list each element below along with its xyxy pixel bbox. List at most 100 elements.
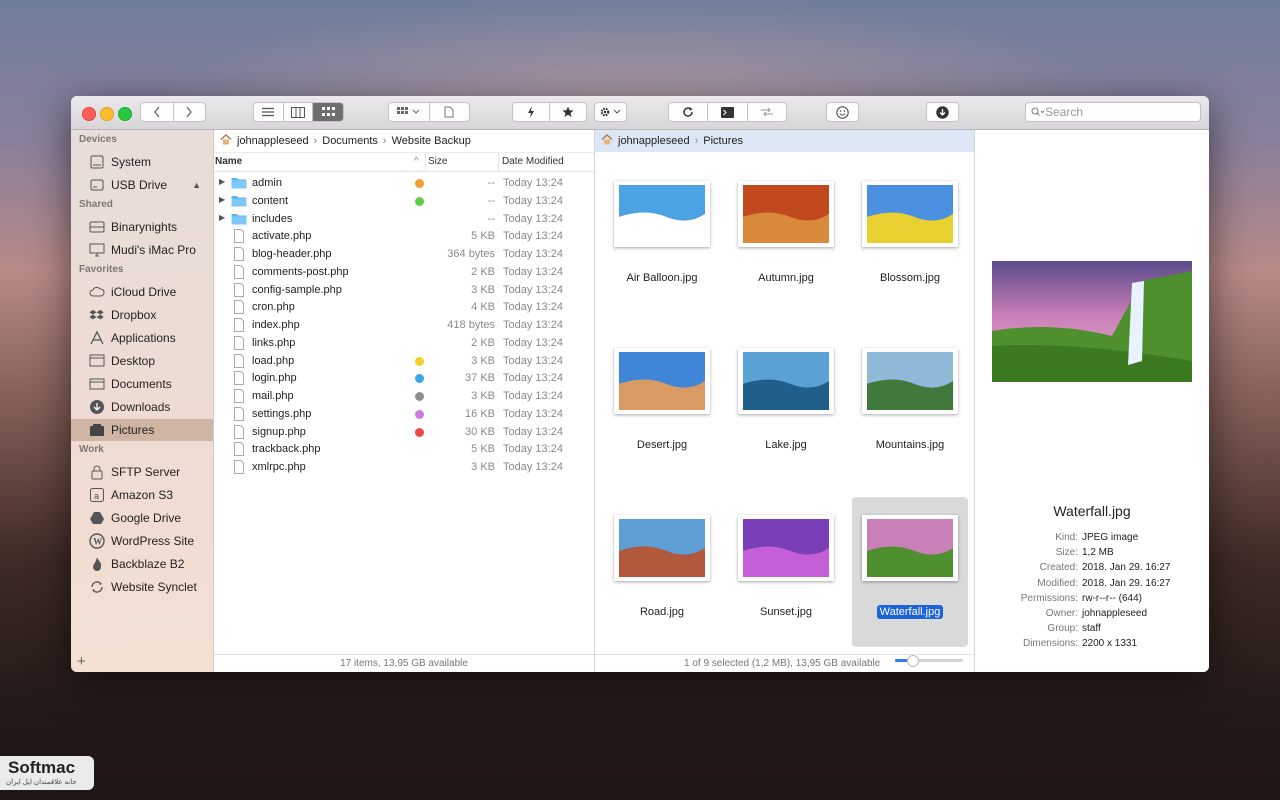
file-row[interactable]: mail.php 3 KB Today 13:24 [214, 387, 594, 405]
file-date: Today 13:24 [503, 230, 563, 243]
sidebar-item-system[interactable]: System [71, 151, 213, 173]
image-thumbnail[interactable]: Sunset.jpg [728, 497, 844, 647]
forward-button[interactable] [174, 103, 206, 121]
file-row[interactable]: config-sample.php 3 KB Today 13:24 [214, 281, 594, 299]
sidebar-item-amazon-s3[interactable]: a Amazon S3 [71, 484, 213, 506]
watermark-tagline: خانه علاقمندان اپل ایران [6, 779, 77, 786]
breadcrumb-item[interactable]: Documents [322, 135, 378, 147]
file-size: 3 KB [471, 390, 495, 402]
image-thumbnail[interactable]: Autumn.jpg [728, 163, 844, 313]
php-file-icon [231, 389, 247, 406]
sidebar-item-applications[interactable]: Applications [71, 327, 213, 349]
file-size: 2 KB [471, 265, 495, 278]
php-file-icon [231, 442, 247, 459]
php-file-icon [231, 247, 247, 264]
zoom-slider-knob[interactable] [907, 655, 919, 667]
image-thumbnail[interactable]: Lake.jpg [728, 330, 844, 480]
file-row[interactable]: signup.php 30 KB Today 13:24 [214, 423, 594, 441]
favorite-button[interactable] [550, 103, 586, 121]
column-date[interactable]: Date Modified [502, 156, 564, 167]
google-drive-icon [89, 510, 105, 526]
downloads-icon [89, 399, 105, 415]
back-button[interactable] [141, 103, 174, 121]
info-row: Permissions: rw-r--r-- (644) [975, 593, 1209, 608]
column-name[interactable]: Name [215, 156, 242, 167]
sidebar-item-pictures[interactable]: Pictures [71, 419, 213, 441]
breadcrumb-item[interactable]: Pictures [703, 135, 743, 147]
sync-button[interactable] [748, 103, 786, 121]
file-row[interactable]: load.php 3 KB Today 13:24 [214, 352, 594, 370]
emoji-button[interactable] [826, 102, 859, 122]
file-row[interactable]: cron.php 4 KB Today 13:24 [214, 298, 594, 316]
disclosure-triangle-icon[interactable]: ▶ [219, 195, 225, 204]
file-row[interactable]: blog-header.php 364 bytes Today 13:24 [214, 245, 594, 263]
refresh-button[interactable] [669, 103, 709, 121]
breadcrumb-item[interactable]: johnappleseed [618, 135, 690, 147]
sidebar-item-binarynights[interactable]: Binarynights [71, 216, 213, 238]
sidebar-item-label: Mudi's iMac Pro [111, 243, 196, 257]
file-row[interactable]: settings.php 16 KB Today 13:24 [214, 405, 594, 423]
file-name: blog-header.php [252, 248, 332, 260]
download-button[interactable] [926, 102, 959, 122]
file-row[interactable]: trackback.php 5 KB Today 13:24 [214, 440, 594, 458]
file-name: activate.php [252, 230, 312, 243]
arrange-control [388, 102, 470, 122]
sidebar-item-downloads[interactable]: Downloads [71, 396, 213, 418]
arrange-menu-button[interactable] [389, 103, 430, 121]
sidebar-item-desktop[interactable]: Desktop [71, 350, 213, 372]
image-thumbnail[interactable]: Waterfall.jpg [852, 497, 968, 647]
list-view-button[interactable] [254, 103, 284, 121]
php-file-icon [231, 335, 247, 353]
file-row[interactable]: links.php 2 KB Today 13:24 [214, 334, 594, 352]
icon-view-button[interactable] [313, 103, 344, 121]
zoom-slider[interactable] [895, 655, 963, 667]
sidebar-item-usb-drive[interactable]: USB Drive ▲ [71, 174, 213, 196]
sidebar-item-google-drive[interactable]: Google Drive [71, 507, 213, 529]
sidebar-item-sftp-server[interactable]: SFTP Server [71, 461, 213, 483]
breadcrumb-item[interactable]: johnappleseed [237, 135, 309, 147]
quick-action-button[interactable] [513, 103, 550, 121]
settings-menu-button[interactable] [594, 102, 627, 122]
disclosure-triangle-icon[interactable]: ▶ [219, 177, 225, 186]
breadcrumb-item[interactable]: Website Backup [392, 135, 471, 147]
new-file-button[interactable] [430, 103, 470, 121]
image-thumbnail[interactable]: Desert.jpg [604, 330, 720, 480]
file-row[interactable]: ▶ content -- Today 13:24 [214, 192, 594, 210]
file-row[interactable]: ▶ admin -- Today 13:24 [214, 174, 594, 192]
info-value: johnappleseed [1082, 608, 1148, 619]
gear-icon [600, 107, 620, 117]
sidebar-item-wordpress-site[interactable]: W WordPress Site [71, 530, 213, 552]
column-size[interactable]: Size [428, 156, 447, 167]
file-row[interactable]: comments-post.php 2 KB Today 13:24 [214, 263, 594, 281]
terminal-button[interactable] [708, 103, 748, 121]
image-thumbnail[interactable]: Mountains.jpg [852, 330, 968, 480]
file-size: 2 KB [471, 336, 495, 349]
file-row[interactable]: activate.php 5 KB Today 13:24 [214, 227, 594, 245]
close-button[interactable] [82, 107, 96, 121]
minimize-button[interactable] [100, 107, 114, 121]
sidebar-item-dropbox[interactable]: Dropbox [71, 304, 213, 326]
sidebar-item-website-synclet[interactable]: Website Synclet [71, 576, 213, 598]
eject-icon[interactable]: ▲ [192, 180, 201, 190]
image-label: Sunset.jpg [728, 606, 844, 618]
desktop-icon [89, 353, 105, 369]
sidebar-item-documents[interactable]: Documents [71, 373, 213, 395]
sidebar-item-backblaze-b2[interactable]: Backblaze B2 [71, 553, 213, 575]
file-size: 4 KB [471, 301, 495, 314]
search-input[interactable]: Search [1025, 102, 1201, 122]
disclosure-triangle-icon[interactable]: ▶ [219, 213, 225, 222]
add-location-button[interactable]: + [77, 653, 86, 670]
image-preview [743, 352, 829, 410]
file-row[interactable]: index.php 418 bytes Today 13:24 [214, 316, 594, 334]
image-thumbnail[interactable]: Air Balloon.jpg [604, 163, 720, 313]
file-row[interactable]: ▶ includes -- Today 13:24 [214, 210, 594, 228]
zoom-button[interactable] [118, 107, 132, 121]
image-thumbnail[interactable]: Blossom.jpg [852, 163, 968, 313]
column-view-button[interactable] [284, 103, 314, 121]
sidebar-item-mudi-s-imac-pro[interactable]: Mudi's iMac Pro [71, 239, 213, 261]
image-thumbnail[interactable]: Road.jpg [604, 497, 720, 647]
file-row[interactable]: xmlrpc.php 3 KB Today 13:24 [214, 458, 594, 476]
file-row[interactable]: login.php 37 KB Today 13:24 [214, 369, 594, 387]
star-icon [562, 106, 574, 117]
sidebar-item-icloud-drive[interactable]: iCloud Drive [71, 281, 213, 303]
